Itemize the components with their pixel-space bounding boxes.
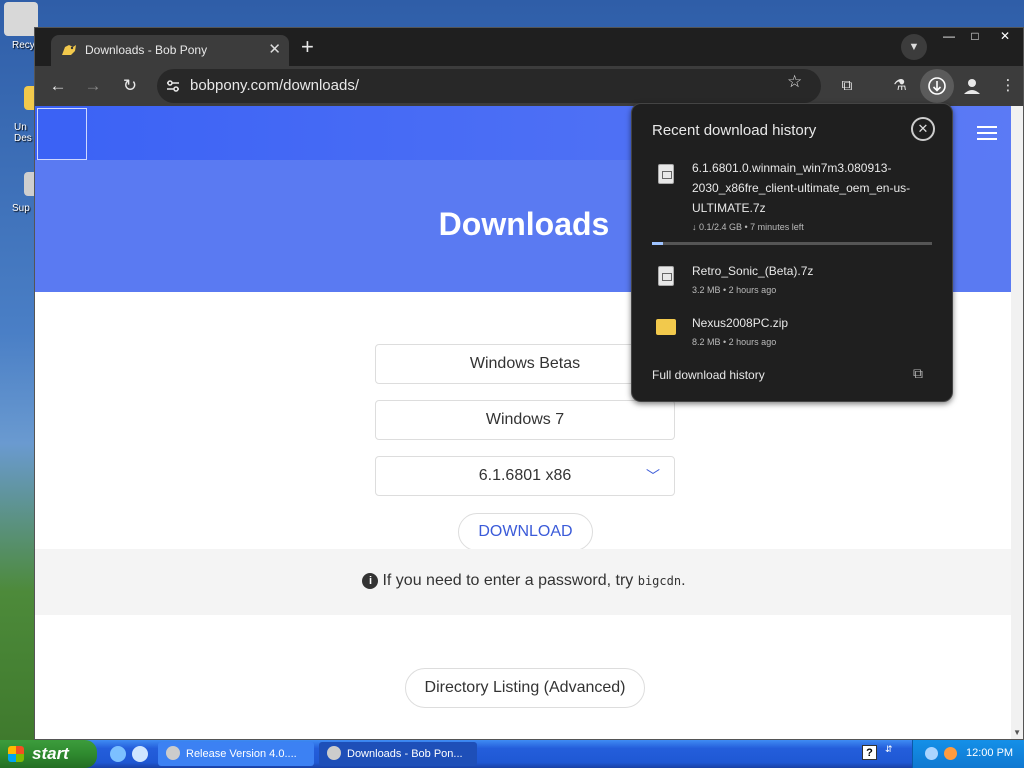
- desktop-icon-label: Recy: [12, 40, 35, 51]
- download-panel-title: Recent download history: [652, 122, 817, 139]
- network-icon[interactable]: [925, 747, 938, 760]
- system-tray: 12:00 PM: [912, 740, 1024, 768]
- browser-titlebar: Downloads - Bob Pony ✕ + ▼ — □ ✕: [35, 28, 1023, 66]
- hamburger-menu-icon[interactable]: [977, 126, 997, 140]
- task-downloads[interactable]: Downloads - Bob Pon...: [319, 742, 477, 766]
- recycle-bin-icon[interactable]: [4, 2, 38, 36]
- ie-quicklaunch-icon[interactable]: [110, 746, 126, 762]
- download-item-name[interactable]: 6.1.6801.0.winmain_win7m3.080913-2030_x8…: [692, 158, 937, 218]
- bookmark-star-icon[interactable]: ☆: [787, 72, 802, 92]
- downloads-toolbar-button[interactable]: [920, 69, 954, 103]
- pony-favicon-icon: [62, 45, 76, 55]
- notice-end: .: [681, 572, 686, 589]
- url-text: bobpony.com/downloads/: [190, 77, 359, 94]
- close-window-icon[interactable]: ✕: [992, 28, 1018, 46]
- directory-listing-button[interactable]: Directory Listing (Advanced): [405, 668, 645, 708]
- scroll-down-icon[interactable]: ▼: [1013, 728, 1021, 737]
- start-button[interactable]: start: [0, 740, 97, 768]
- maximize-icon[interactable]: □: [962, 28, 988, 46]
- build-select[interactable]: 6.1.6801 x86 ﹀: [375, 456, 675, 496]
- site-info-icon[interactable]: [165, 78, 181, 94]
- download-item-name[interactable]: Retro_Sonic_(Beta).7z: [692, 261, 937, 281]
- archive-file-icon: [658, 164, 674, 184]
- tab-downloads[interactable]: Downloads - Bob Pony ✕: [51, 35, 289, 66]
- os-select[interactable]: Windows 7: [375, 400, 675, 440]
- quicklaunch-icon[interactable]: [132, 746, 148, 762]
- tray-arrows-icon[interactable]: ⇵: [885, 744, 893, 755]
- download-icon: [928, 77, 946, 95]
- task-label: Release Version 4.0....: [186, 748, 297, 760]
- minimize-icon[interactable]: —: [936, 28, 962, 46]
- extensions-icon[interactable]: ⧉: [835, 74, 859, 98]
- site-logo-placeholder[interactable]: [37, 108, 87, 160]
- search-icon[interactable]: [944, 747, 957, 760]
- chrome-icon: [166, 746, 180, 760]
- download-item-meta: 8.2 MB • 2 hours ago: [692, 337, 777, 347]
- forward-icon[interactable]: →: [81, 74, 105, 98]
- task-release-version[interactable]: Release Version 4.0....: [158, 742, 314, 766]
- category-select[interactable]: Windows Betas: [375, 344, 675, 384]
- new-tab-button[interactable]: +: [301, 34, 314, 60]
- chevron-down-icon: ﹀: [646, 468, 660, 484]
- tab-title: Downloads - Bob Pony: [85, 43, 208, 57]
- browser-toolbar: ← → ↻ bobpony.com/downloads/ ☆ ⧉ ⚗ ⋮: [35, 66, 1023, 106]
- archive-file-icon: [658, 266, 674, 286]
- start-label: start: [32, 744, 69, 763]
- windows-logo-icon: [8, 746, 24, 762]
- menu-kebab-icon[interactable]: ⋮: [996, 74, 1020, 98]
- address-bar[interactable]: bobpony.com/downloads/: [157, 69, 821, 103]
- download-item-meta: 3.2 MB • 2 hours ago: [692, 285, 777, 295]
- back-icon[interactable]: ←: [46, 74, 70, 98]
- chrome-icon: [327, 746, 341, 760]
- password-code: bigcdn: [637, 574, 682, 588]
- profile-icon[interactable]: [960, 74, 984, 98]
- notice-text: If you need to enter a password, try: [382, 572, 638, 589]
- download-item-meta: ↓ 0.1/2.4 GB • 7 minutes left: [692, 222, 804, 232]
- task-label: Downloads - Bob Pon...: [347, 748, 463, 760]
- build-select-value: 6.1.6801 x86: [478, 467, 572, 484]
- clock: 12:00 PM: [966, 747, 1014, 759]
- download-progress-fill: [652, 242, 664, 245]
- desktop-icon-label: Un Des: [14, 122, 32, 144]
- download-item-name[interactable]: Nexus2008PC.zip: [692, 313, 937, 333]
- download-progress-bar: [652, 242, 932, 245]
- download-history-panel: Recent download history ✕ 6.1.6801.0.win…: [631, 103, 953, 402]
- full-download-history-link[interactable]: Full download history: [652, 368, 765, 382]
- tab-search-icon[interactable]: ▼: [901, 34, 927, 60]
- desktop-icon-label: Sup: [12, 203, 30, 214]
- close-icon[interactable]: ✕: [911, 117, 935, 141]
- zip-folder-icon: [656, 319, 676, 335]
- download-button[interactable]: DOWNLOAD: [458, 513, 593, 551]
- page-scrollbar[interactable]: ▼: [1011, 106, 1023, 739]
- info-icon: i: [362, 573, 379, 589]
- open-external-icon[interactable]: ⧉: [913, 365, 923, 382]
- reload-icon[interactable]: ↻: [118, 74, 142, 98]
- tab-close-icon[interactable]: ✕: [268, 40, 281, 58]
- labs-flask-icon[interactable]: ⚗: [888, 74, 912, 98]
- help-icon[interactable]: ?: [862, 745, 877, 760]
- password-notice: i If you need to enter a password, try bi…: [35, 549, 1013, 615]
